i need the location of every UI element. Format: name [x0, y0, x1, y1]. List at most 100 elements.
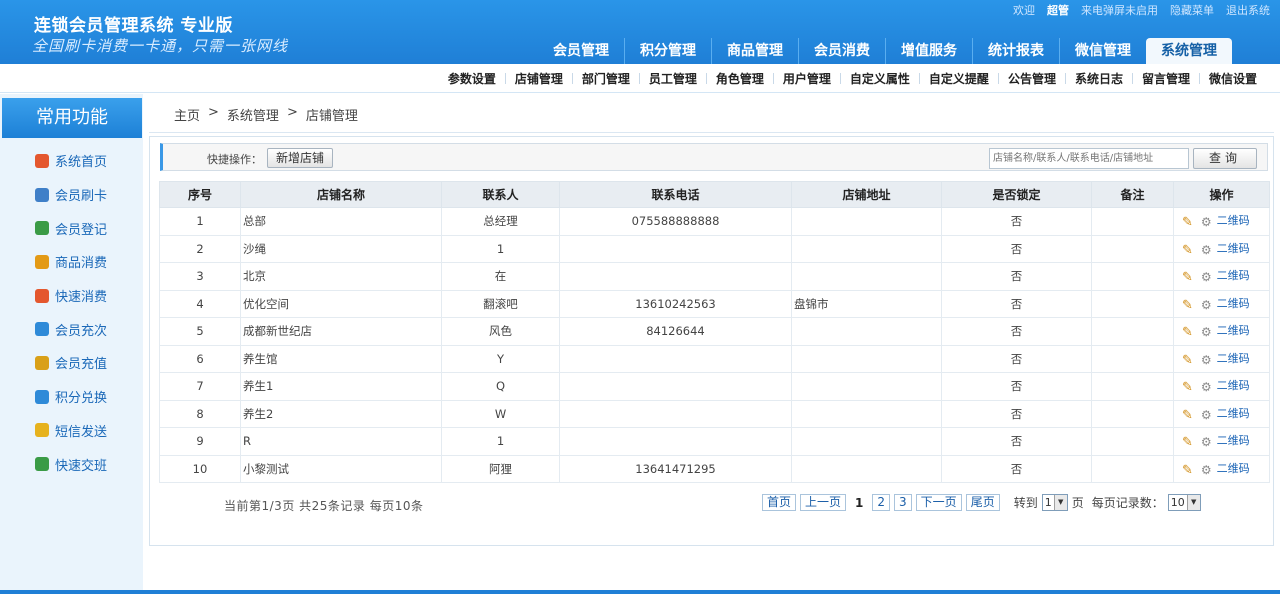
qr-code-link[interactable]: 二维码: [1217, 462, 1250, 475]
sidebar-item-label: 快速消费: [55, 290, 108, 306]
next-page-button[interactable]: 下一页: [915, 494, 962, 511]
gear-icon[interactable]: ⚙: [1201, 215, 1212, 229]
sub-nav-item[interactable]: 留言管理: [1133, 70, 1199, 87]
page-suffix: 页: [1071, 496, 1084, 510]
edit-icon[interactable]: ✎: [1182, 353, 1193, 368]
sub-nav-item[interactable]: 员工管理: [640, 70, 706, 87]
popup-status-link[interactable]: 来电弹屏未启用: [1081, 2, 1158, 18]
gear-icon[interactable]: ⚙: [1201, 380, 1212, 394]
qr-code-link[interactable]: 二维码: [1217, 379, 1250, 392]
recharge-times-icon: [35, 322, 49, 337]
qr-code-link[interactable]: 二维码: [1217, 407, 1250, 420]
gear-icon[interactable]: ⚙: [1201, 298, 1212, 312]
gear-icon[interactable]: ⚙: [1201, 270, 1212, 284]
cell-locked: 否: [941, 234, 1092, 263]
sub-nav-item[interactable]: 自定义提醒: [920, 70, 998, 87]
cell-name: 优化空间: [240, 289, 442, 318]
cell-contact: Y: [441, 344, 560, 373]
cell-locked: 否: [941, 399, 1092, 428]
cell-note: [1091, 372, 1174, 401]
edit-icon[interactable]: ✎: [1182, 463, 1193, 478]
qr-code-link[interactable]: 二维码: [1217, 434, 1250, 447]
cell-name: 养生2: [240, 399, 442, 428]
qr-code-link[interactable]: 二维码: [1217, 242, 1250, 255]
breadcrumb-item[interactable]: 主页: [174, 105, 200, 124]
gear-icon[interactable]: ⚙: [1201, 325, 1212, 339]
store-table: 序号 店铺名称 联系人 联系电话 店铺地址 是否锁定 备注 操作 1 总部 总经理 07558888…: [159, 181, 1270, 483]
logout-link[interactable]: 退出系统: [1226, 2, 1270, 18]
qr-code-link[interactable]: 二维码: [1217, 214, 1250, 227]
sidebar-item[interactable]: 系统首页: [0, 144, 143, 178]
page-3-button[interactable]: 3: [894, 494, 912, 511]
cell-no: 4: [159, 289, 241, 318]
per-page-select[interactable]: 10 ▼: [1167, 494, 1201, 511]
sidebar-item[interactable]: 商品消费: [0, 245, 143, 279]
qr-code-link[interactable]: 二维码: [1217, 352, 1250, 365]
cell-address: [791, 399, 942, 428]
sidebar-item[interactable]: 快速消费: [0, 279, 143, 313]
cell-locked: 否: [941, 454, 1092, 483]
edit-icon[interactable]: ✎: [1182, 435, 1193, 450]
edit-icon[interactable]: ✎: [1182, 408, 1193, 423]
goto-page-value: 1: [1044, 496, 1052, 509]
search-button[interactable]: 查询: [1193, 148, 1257, 169]
prev-page-button[interactable]: 上一页: [800, 494, 847, 511]
main-nav-item[interactable]: 统计报表: [972, 38, 1059, 64]
main-nav-item[interactable]: 系统管理: [1146, 38, 1232, 64]
sub-nav-item[interactable]: 角色管理: [707, 70, 773, 87]
cell-name: 小黎测试: [240, 454, 442, 483]
main-nav-item[interactable]: 会员管理: [538, 38, 624, 64]
sidebar-item[interactable]: 会员登记: [0, 211, 143, 245]
sub-nav-item[interactable]: 自定义属性: [841, 70, 919, 87]
sidebar-item[interactable]: 会员刷卡: [0, 178, 143, 212]
edit-icon[interactable]: ✎: [1182, 325, 1193, 340]
main-nav-item[interactable]: 商品管理: [711, 38, 798, 64]
sidebar-item[interactable]: 会员充次: [0, 312, 143, 346]
last-page-button[interactable]: 尾页: [965, 494, 1000, 511]
goto-page-select[interactable]: 1 ▼: [1041, 494, 1068, 511]
goto-label: 转到: [1013, 496, 1038, 510]
page-2-button[interactable]: 2: [872, 494, 891, 511]
cell-contact: 在: [441, 262, 560, 291]
gear-icon[interactable]: ⚙: [1201, 353, 1212, 367]
sub-nav-item[interactable]: 微信设置: [1200, 70, 1266, 87]
main-nav-item[interactable]: 增值服务: [885, 38, 972, 64]
qr-code-link[interactable]: 二维码: [1217, 324, 1250, 337]
sub-nav-item[interactable]: 部门管理: [573, 70, 639, 87]
main-content: 主页 > 系统管理 > 店铺管理 快捷操作： 新增店铺 查询 序号店铺名称联系人联系电话…: [143, 94, 1280, 594]
edit-icon[interactable]: ✎: [1182, 215, 1193, 230]
sidebar-item[interactable]: 短信发送: [0, 414, 143, 448]
sidebar-item[interactable]: 快速交班: [0, 447, 143, 481]
qr-code-link[interactable]: 二维码: [1217, 269, 1250, 282]
quick-ops-label: 快捷操作：: [207, 153, 262, 166]
first-page-button[interactable]: 首页: [762, 494, 797, 511]
main-nav-item[interactable]: 微信管理: [1059, 38, 1146, 64]
breadcrumb-item[interactable]: 系统管理: [227, 105, 279, 124]
edit-icon[interactable]: ✎: [1182, 298, 1193, 313]
sidebar-item[interactable]: 会员充值: [0, 346, 143, 380]
welcome-text: 欢迎: [1013, 4, 1035, 17]
table-row: 8 养生2 W 否 ✎ ⚙ 二维码: [159, 399, 1270, 428]
gear-icon[interactable]: ⚙: [1201, 408, 1212, 422]
main-nav-item[interactable]: 会员消费: [798, 38, 885, 64]
edit-icon[interactable]: ✎: [1182, 380, 1193, 395]
gear-icon[interactable]: ⚙: [1201, 243, 1212, 257]
search-input[interactable]: [989, 148, 1189, 169]
sub-nav-item[interactable]: 系统日志: [1066, 70, 1132, 87]
edit-icon[interactable]: ✎: [1182, 243, 1193, 258]
hide-menu-link[interactable]: 隐藏菜单: [1170, 2, 1214, 18]
sidebar-item[interactable]: 积分兑换: [0, 380, 143, 414]
add-store-button[interactable]: 新增店铺: [267, 148, 333, 168]
sub-nav-item[interactable]: 参数设置: [439, 70, 505, 87]
gear-icon[interactable]: ⚙: [1201, 463, 1212, 477]
sub-nav-item[interactable]: 店铺管理: [506, 70, 572, 87]
gear-icon[interactable]: ⚙: [1201, 435, 1212, 449]
cell-note: [1091, 234, 1174, 263]
sub-nav-item[interactable]: 公告管理: [999, 70, 1065, 87]
edit-icon[interactable]: ✎: [1182, 270, 1193, 285]
cell-phone: [559, 372, 792, 401]
sub-nav-item[interactable]: 用户管理: [774, 70, 840, 87]
qr-code-link[interactable]: 二维码: [1217, 297, 1250, 310]
cell-address: [791, 454, 942, 483]
main-nav-item[interactable]: 积分管理: [624, 38, 711, 64]
